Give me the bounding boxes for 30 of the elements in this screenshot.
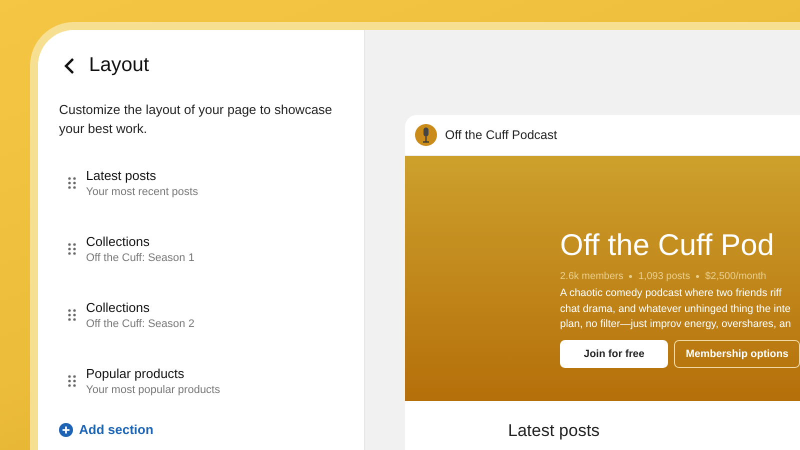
section-subtitle: Off the Cuff: Season 1 (86, 252, 194, 264)
panel-title: Layout (89, 54, 150, 77)
separator-dot-icon (696, 275, 700, 278)
section-subtitle: Your most popular products (86, 384, 220, 396)
page-stat: $2,500/month (705, 271, 766, 282)
plus-circle-icon (59, 422, 73, 436)
chevron-left-icon (63, 56, 75, 74)
page-stat: 2.6k members (560, 271, 624, 282)
panel-description: Customize the layout of your page to showcase your best work. (59, 101, 334, 138)
join-button[interactable]: Join for free (560, 340, 668, 368)
separator-dot-icon (629, 275, 632, 278)
page-name: Off the Cuff Podcast (445, 128, 558, 142)
page-stat: 1,093 posts (638, 271, 690, 282)
membership-button[interactable]: Membership options (674, 340, 800, 368)
microphone-avatar-icon (415, 124, 437, 146)
section-subtitle: Off the Cuff: Season 2 (86, 318, 194, 330)
section-title: Latest posts (86, 168, 158, 183)
drag-handle-icon[interactable] (68, 309, 76, 321)
section-title: Collections (86, 300, 151, 315)
section-title: Popular products (86, 366, 186, 381)
drag-handle-icon[interactable] (68, 177, 76, 189)
hero-title: Off the Cuff Pod (560, 228, 776, 264)
add-section-button[interactable]: Add section (59, 422, 154, 437)
section-title: Collections (86, 234, 151, 249)
page-description: A chaotic comedy podcast where two friends riff chat drama, and whatever unhinged thing the inte plan, no filter—just improv energy, overshares, an (560, 286, 792, 332)
back-button[interactable] (63, 56, 75, 74)
section-heading: Latest posts (507, 420, 601, 441)
drag-handle-icon[interactable] (68, 375, 76, 387)
drag-handle-icon[interactable] (68, 243, 76, 255)
section-subtitle: Your most recent posts (86, 186, 198, 198)
